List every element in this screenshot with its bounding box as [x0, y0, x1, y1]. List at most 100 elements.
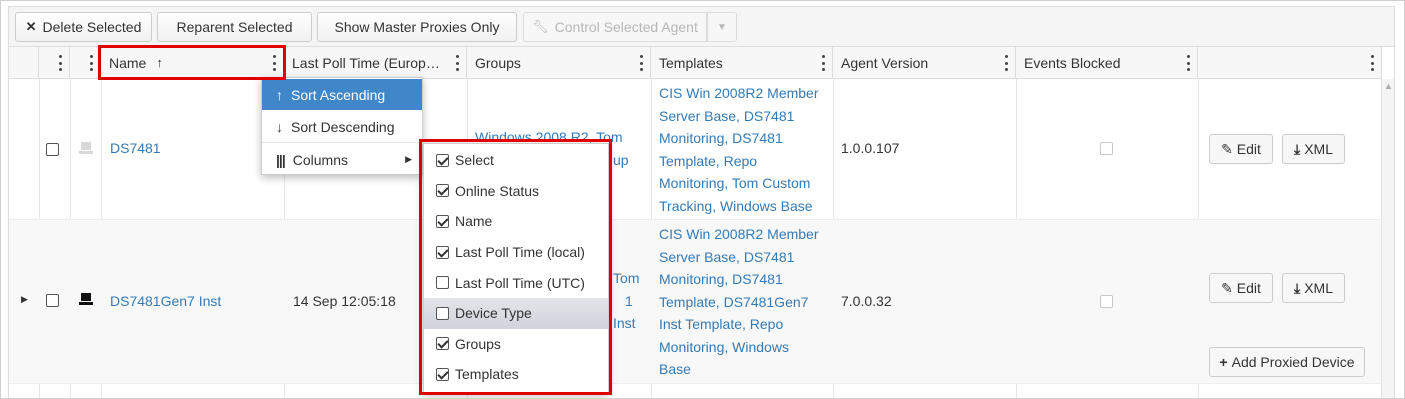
- checkbox-checked: [436, 153, 449, 167]
- menu-divider: [262, 142, 422, 143]
- sort-descending-item[interactable]: ↓ Sort Descending: [262, 111, 422, 142]
- column-toggle-online-status[interactable]: Online Status: [424, 176, 608, 207]
- template-link[interactable]: Base: [659, 358, 819, 381]
- delete-selected-button[interactable]: ✕ Delete Selected: [15, 12, 152, 42]
- agent-version: 7.0.0.32: [841, 293, 892, 309]
- header-events-blocked[interactable]: Events Blocked: [1016, 47, 1198, 78]
- header-actions: [1198, 47, 1382, 78]
- header-expand-col: [9, 47, 39, 78]
- header-groups[interactable]: Groups: [467, 47, 651, 78]
- checkbox-unchecked: [436, 276, 449, 290]
- caret-down-icon: ▼: [717, 21, 727, 33]
- xml-button[interactable]: ⤓ XML: [1282, 134, 1345, 164]
- sort-ascending-item[interactable]: ↑ Sort Ascending: [262, 79, 422, 110]
- groups-text-fragment[interactable]: Tom: [613, 270, 639, 286]
- column-context-menu: ↑ Sort Ascending ↓ Sort Descending ||| C…: [261, 77, 423, 175]
- agent-name-link[interactable]: DS7481Gen7 Inst: [110, 293, 221, 309]
- checkbox-checked: [436, 184, 449, 198]
- column-menu-icon[interactable]: [638, 55, 644, 71]
- agents-window: ✕ Delete Selected Reparent Selected Show…: [0, 0, 1405, 399]
- agent-name-link[interactable]: DS7481: [110, 140, 161, 156]
- template-link[interactable]: CIS Win 2008R2 Member: [659, 82, 819, 105]
- column-toggle-groups[interactable]: Groups: [424, 329, 608, 360]
- column-menu-icon[interactable]: [88, 55, 94, 71]
- agent-online-icon: [78, 292, 94, 306]
- header-select-col: [39, 47, 70, 78]
- template-link[interactable]: Monitoring, Tom Custom: [659, 172, 819, 195]
- table-row[interactable]: DS7481 Windows 2008 R2, Tom up CIS Win 2…: [9, 79, 1382, 220]
- column-toggle-last-poll-local[interactable]: Last Poll Time (local): [424, 237, 608, 268]
- template-link[interactable]: Template, DS7481Gen7: [659, 291, 819, 314]
- header-templates[interactable]: Templates: [651, 47, 833, 78]
- agent-offline-icon: [78, 141, 94, 155]
- control-selected-agent-button[interactable]: 🔧︎ Control Selected Agent: [523, 12, 707, 42]
- close-icon: ✕: [25, 19, 37, 34]
- agent-version: 1.0.0.107: [841, 140, 900, 156]
- sort-ascending-icon: ↑: [156, 55, 163, 70]
- header-agent-version[interactable]: Agent Version: [833, 47, 1016, 78]
- reparent-selected-button[interactable]: Reparent Selected: [157, 12, 312, 42]
- groups-text-fragment[interactable]: 1: [625, 293, 633, 309]
- column-toggle-device-type[interactable]: Device Type: [424, 298, 608, 329]
- table-row[interactable]: ▶ DS7481Gen7 Inst 14 Sep 12:05:18 Tom 1 …: [9, 220, 1382, 384]
- template-link[interactable]: Monitoring, DS7481: [659, 268, 819, 291]
- header-last-poll[interactable]: Last Poll Time (Europ…: [284, 47, 467, 78]
- column-toggle-name[interactable]: Name: [424, 206, 608, 237]
- column-menu-icon[interactable]: [1185, 55, 1191, 71]
- pencil-icon: ✎: [1221, 140, 1233, 157]
- column-toggle-select[interactable]: Select: [424, 145, 608, 176]
- groups-text-fragment[interactable]: Inst: [613, 315, 636, 331]
- vertical-scrollbar[interactable]: ▲: [1381, 79, 1394, 398]
- columns-icon: |||: [276, 151, 286, 168]
- row-select-checkbox[interactable]: [46, 294, 59, 307]
- events-blocked-checkbox: [1100, 295, 1113, 308]
- grid-header: Name ↑ Last Poll Time (Europ… Groups Tem…: [9, 47, 1382, 79]
- agents-grid: Name ↑ Last Poll Time (Europ… Groups Tem…: [8, 46, 1395, 398]
- columns-submenu-item[interactable]: ||| Columns ▶: [262, 144, 422, 175]
- submenu-arrow-icon: ▶: [405, 154, 412, 164]
- scroll-up-icon[interactable]: ▲: [1384, 81, 1393, 91]
- groups-text-tail[interactable]: up: [613, 152, 629, 168]
- template-link[interactable]: Monitoring, DS7481: [659, 127, 819, 150]
- events-blocked-checkbox: [1100, 142, 1113, 155]
- template-link[interactable]: Template, Repo: [659, 150, 819, 173]
- column-menu-icon[interactable]: [1003, 55, 1009, 71]
- row-select-checkbox[interactable]: [46, 143, 59, 156]
- edit-button[interactable]: ✎ Edit: [1209, 273, 1273, 303]
- show-master-proxies-button[interactable]: Show Master Proxies Only: [317, 12, 517, 42]
- template-link[interactable]: CIS Win 2008R2 Member: [659, 223, 819, 246]
- name-column-menu-icon[interactable]: [271, 55, 277, 71]
- pencil-icon: ✎: [1221, 279, 1233, 296]
- download-icon: ⤓: [1294, 279, 1301, 296]
- template-link[interactable]: Tracking, Windows Base: [659, 195, 819, 218]
- template-link[interactable]: Monitoring, Windows: [659, 336, 819, 359]
- plus-icon: +: [1219, 354, 1228, 370]
- edit-button[interactable]: ✎ Edit: [1209, 134, 1273, 164]
- column-toggle-last-poll-utc[interactable]: Last Poll Time (UTC): [424, 267, 608, 298]
- column-menu-icon[interactable]: [454, 55, 460, 71]
- checkbox-checked: [436, 367, 449, 381]
- arrow-up-icon: ↑: [276, 86, 283, 103]
- columns-submenu: Select Online Status Name Last Poll Time…: [423, 143, 609, 393]
- column-menu-icon[interactable]: [820, 55, 826, 71]
- column-menu-icon[interactable]: [1369, 55, 1375, 71]
- last-poll-time: 14 Sep 12:05:18: [293, 293, 396, 309]
- header-status-col: [70, 47, 101, 78]
- toolbar: ✕ Delete Selected Reparent Selected Show…: [8, 6, 1395, 46]
- column-menu-icon[interactable]: [57, 55, 63, 71]
- arrow-down-icon: ↓: [276, 118, 283, 135]
- templates-list: CIS Win 2008R2 Member Server Base, DS748…: [659, 223, 819, 381]
- control-agent-dropdown-toggle[interactable]: ▼: [707, 12, 737, 42]
- template-link[interactable]: Inst Template, Repo: [659, 313, 819, 336]
- add-proxied-device-button[interactable]: + Add Proxied Device: [1209, 347, 1365, 377]
- template-link[interactable]: Server Base, DS7481: [659, 105, 819, 128]
- checkbox-checked: [436, 245, 449, 259]
- expand-row-icon[interactable]: ▶: [21, 294, 28, 305]
- xml-button[interactable]: ⤓ XML: [1282, 273, 1345, 303]
- header-name[interactable]: Name ↑: [101, 47, 284, 78]
- column-toggle-templates[interactable]: Templates: [424, 359, 608, 390]
- template-link[interactable]: Server Base, DS7481: [659, 246, 819, 269]
- checkbox-checked: [436, 214, 449, 228]
- checkbox-checked: [436, 337, 449, 351]
- templates-list: CIS Win 2008R2 Member Server Base, DS748…: [659, 82, 819, 217]
